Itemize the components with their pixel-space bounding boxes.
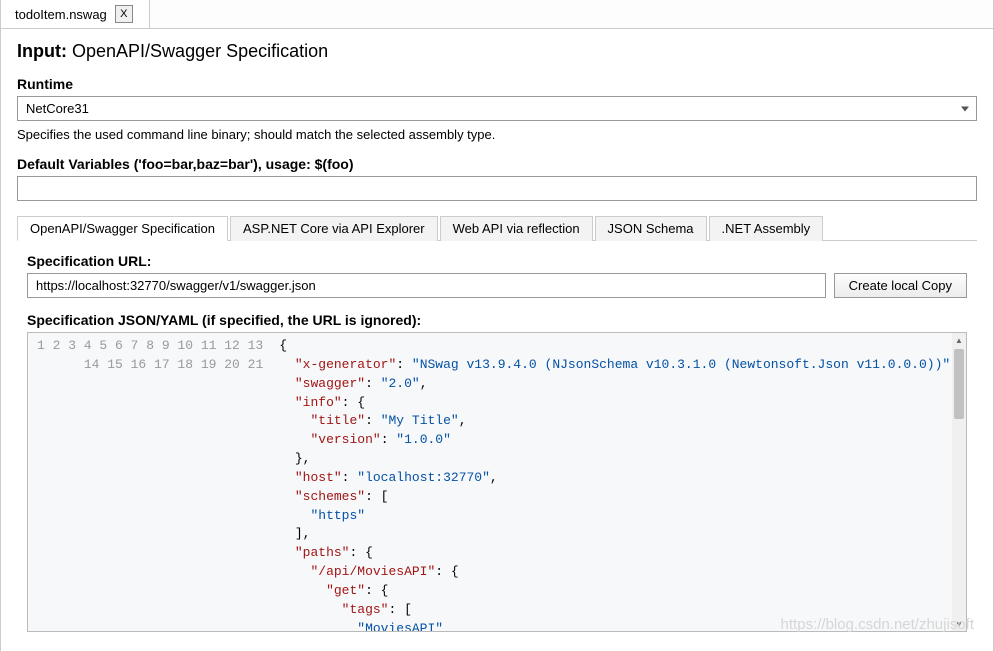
header-title: OpenAPI/Swagger Specification (72, 41, 328, 61)
spec-panel: Specification URL: Create local Copy Spe… (17, 241, 977, 632)
file-tab[interactable]: todoItem.nswag X (1, 0, 150, 28)
close-icon[interactable]: X (115, 5, 133, 23)
page-title: Input: OpenAPI/Swagger Specification (17, 41, 977, 62)
editor-gutter: 1 2 3 4 5 6 7 8 9 10 11 12 13 14 15 16 1… (28, 333, 271, 631)
defaults-input[interactable] (17, 176, 977, 201)
vertical-scrollbar[interactable]: ▲ ▼ (952, 333, 966, 631)
defaults-label: Default Variables ('foo=bar,baz=bar'), u… (17, 156, 977, 172)
window: todoItem.nswag X Input: OpenAPI/Swagger … (0, 0, 994, 651)
spec-json-label: Specification JSON/YAML (if specified, t… (27, 312, 967, 328)
scroll-down-icon[interactable]: ▼ (952, 617, 966, 631)
header-prefix: Input: (17, 41, 67, 61)
inner-tab-bar: OpenAPI/Swagger SpecificationASP.NET Cor… (17, 215, 977, 241)
content-area: Input: OpenAPI/Swagger Specification Run… (1, 29, 993, 644)
runtime-help: Specifies the used command line binary; … (17, 127, 977, 142)
spec-editor[interactable]: 1 2 3 4 5 6 7 8 9 10 11 12 13 14 15 16 1… (27, 332, 967, 632)
scroll-thumb[interactable] (954, 349, 964, 419)
create-local-copy-button[interactable]: Create local Copy (834, 273, 967, 298)
inner-tab-3[interactable]: JSON Schema (595, 216, 707, 241)
file-tab-label: todoItem.nswag (15, 7, 107, 22)
spec-url-label: Specification URL: (27, 253, 967, 269)
inner-tab-4[interactable]: .NET Assembly (709, 216, 824, 241)
editor-code[interactable]: { "x-generator": "NSwag v13.9.4.0 (NJson… (271, 333, 966, 631)
url-row: Create local Copy (27, 273, 967, 298)
inner-tab-2[interactable]: Web API via reflection (440, 216, 593, 241)
inner-tab-1[interactable]: ASP.NET Core via API Explorer (230, 216, 438, 241)
runtime-select[interactable]: NetCore31 (17, 96, 977, 121)
spec-url-input[interactable] (27, 273, 826, 298)
file-tab-bar: todoItem.nswag X (1, 0, 993, 29)
runtime-select-wrap: NetCore31 (17, 96, 977, 121)
runtime-label: Runtime (17, 76, 977, 92)
scroll-up-icon[interactable]: ▲ (952, 333, 966, 347)
inner-tab-0[interactable]: OpenAPI/Swagger Specification (17, 216, 228, 241)
